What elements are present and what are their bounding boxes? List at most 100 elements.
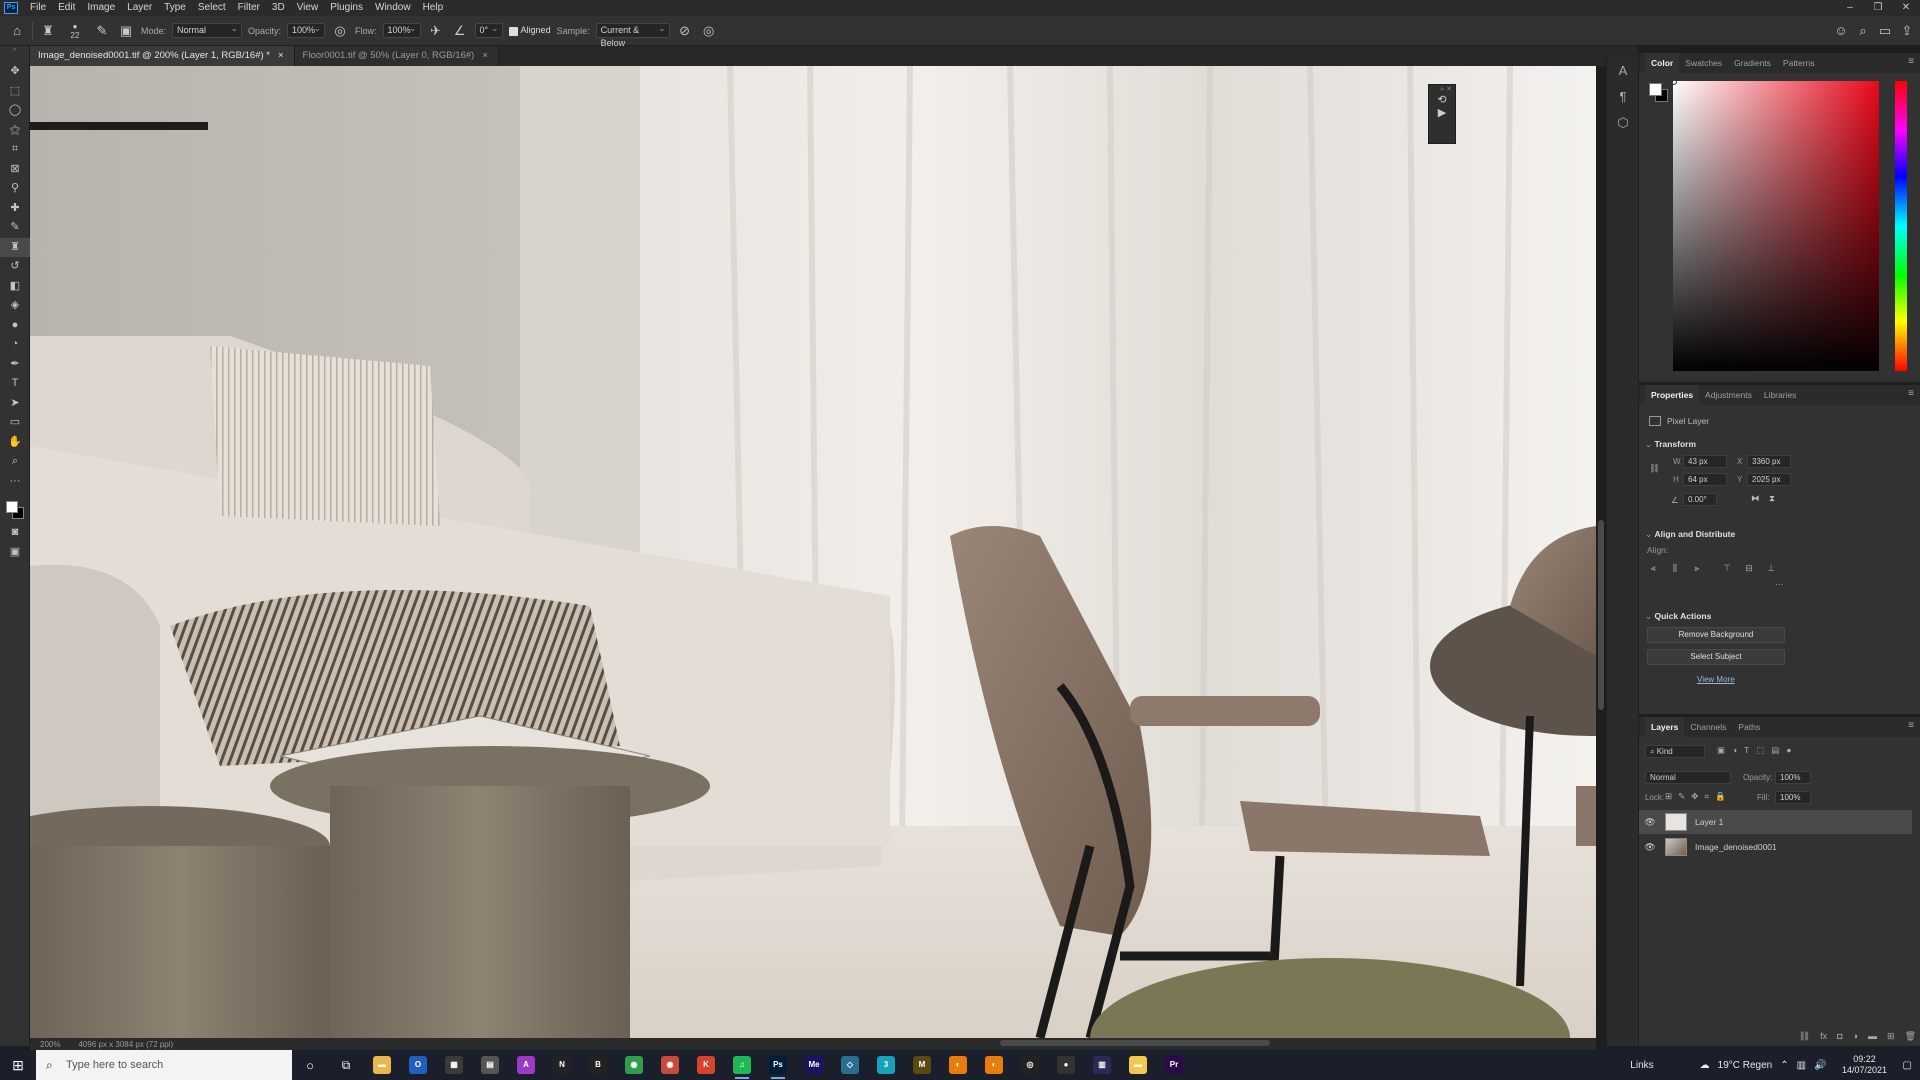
tab-gradients[interactable]: Gradients bbox=[1728, 53, 1777, 73]
transform-section-title[interactable]: Transform bbox=[1645, 439, 1696, 450]
tab-swatches[interactable]: Swatches bbox=[1679, 53, 1728, 73]
healing-brush-tool-icon[interactable]: ✚ bbox=[0, 199, 30, 219]
layer-row-image[interactable]: 👁 Image_denoised0001 bbox=[1639, 835, 1912, 859]
angle-input[interactable]: 0° bbox=[474, 22, 503, 38]
horizontal-scrollbar[interactable] bbox=[1000, 1040, 1270, 1046]
pen-tool-icon[interactable]: ✒ bbox=[0, 355, 30, 375]
align-right-icon[interactable]: ⫸ bbox=[1691, 563, 1703, 573]
flip-horizontal-icon[interactable]: ⧓ bbox=[1751, 493, 1760, 504]
height-input[interactable]: 64 px bbox=[1683, 473, 1727, 486]
link-dimensions-icon[interactable]: ⛓ bbox=[1649, 463, 1660, 474]
adjustment-layer-icon[interactable]: ◑ bbox=[1853, 1031, 1858, 1042]
taskbar-app-blender[interactable]: ◐ bbox=[940, 1050, 976, 1080]
taskbar-app-chrome[interactable]: ◉ bbox=[616, 1050, 652, 1080]
tab-layers[interactable]: Layers bbox=[1645, 717, 1685, 737]
opacity-input[interactable]: 100% bbox=[287, 22, 326, 38]
taskbar-app-app-3[interactable]: 3 bbox=[868, 1050, 904, 1080]
view-more-link[interactable]: View More bbox=[1697, 675, 1735, 684]
marquee-tool-icon[interactable]: ⬚ bbox=[0, 82, 30, 102]
fx-icon[interactable]: fx bbox=[1820, 1031, 1827, 1042]
path-selection-tool-icon[interactable]: ➤ bbox=[0, 394, 30, 414]
foreground-swatch[interactable] bbox=[1649, 83, 1662, 96]
share-user-icon[interactable]: ☺ bbox=[1832, 22, 1850, 40]
close-window-icon[interactable]: ✕ bbox=[1892, 0, 1920, 16]
dodge-tool-icon[interactable]: ◔ bbox=[0, 335, 30, 355]
align-left-icon[interactable]: ⫷ bbox=[1647, 563, 1659, 573]
panel-close-icon[interactable]: » ✕ bbox=[1429, 85, 1455, 93]
menu-type[interactable]: Type bbox=[158, 0, 192, 16]
taskbar-app-app-m[interactable]: M bbox=[904, 1050, 940, 1080]
color-picker-handle[interactable] bbox=[1670, 78, 1677, 85]
visibility-eye-icon[interactable]: 👁 bbox=[1639, 817, 1661, 828]
align-center-icon[interactable]: ⫼ bbox=[1669, 563, 1681, 573]
sample-select[interactable]: Current & Below bbox=[595, 22, 670, 48]
add-mask-icon[interactable]: ◘ bbox=[1837, 1031, 1842, 1042]
paragraph-panel-icon[interactable]: ¶ bbox=[1607, 86, 1639, 108]
menu-layer[interactable]: Layer bbox=[121, 0, 158, 16]
align-top-icon[interactable]: ⊤ bbox=[1721, 563, 1733, 573]
link-layers-icon[interactable]: ⛓ bbox=[1799, 1031, 1810, 1042]
lock-icons[interactable]: ⊞✎✥⌗🔒 bbox=[1665, 791, 1732, 802]
pressure-size-icon[interactable]: ◎ bbox=[700, 22, 718, 40]
taskbar-app-sticky-notes[interactable]: ▬ bbox=[1120, 1050, 1156, 1080]
angle-input[interactable]: 0.00° bbox=[1683, 493, 1717, 506]
menu-file[interactable]: File bbox=[24, 0, 52, 16]
fg-bg-color-swatch[interactable] bbox=[0, 495, 29, 523]
more-tools-icon[interactable]: ··· bbox=[0, 472, 30, 492]
windows-start-icon[interactable]: ⊞ bbox=[0, 1050, 36, 1080]
tab-libraries[interactable]: Libraries bbox=[1758, 385, 1803, 405]
collapse-icon[interactable]: » bbox=[0, 46, 29, 62]
taskbar-app-blender-2[interactable]: ◐ bbox=[976, 1050, 1012, 1080]
cortana-icon[interactable]: ○ bbox=[292, 1050, 328, 1080]
lasso-tool-icon[interactable]: ◯ bbox=[0, 101, 30, 121]
y-input[interactable]: 2025 px bbox=[1747, 473, 1791, 486]
minimize-icon[interactable]: – bbox=[1836, 0, 1864, 16]
taskbar-app-app-grid[interactable]: ▥ bbox=[1084, 1050, 1120, 1080]
move-tool-icon[interactable]: ✥ bbox=[0, 62, 30, 82]
menu-3d[interactable]: 3D bbox=[266, 0, 291, 16]
align-middle-icon[interactable]: ⊟ bbox=[1743, 563, 1755, 573]
brush-preset-picker[interactable]: ● 22 bbox=[63, 22, 87, 40]
close-tab-icon[interactable]: × bbox=[482, 46, 488, 66]
links-toolbar[interactable]: Links bbox=[1630, 1060, 1653, 1071]
taskbar-search-input[interactable]: ⌕ Type here to search bbox=[36, 1050, 292, 1080]
new-layer-icon[interactable]: ⊞ bbox=[1887, 1031, 1895, 1042]
weather-text[interactable]: 19°C Regen bbox=[1718, 1060, 1773, 1071]
layer-row-layer-1[interactable]: 👁 Layer 1 bbox=[1639, 810, 1912, 834]
menu-window[interactable]: Window bbox=[369, 0, 417, 16]
magic-wand-tool-icon[interactable]: ⚝ bbox=[0, 121, 30, 141]
search-icon[interactable]: ⌕ bbox=[1854, 22, 1872, 40]
close-tab-icon[interactable]: × bbox=[278, 46, 284, 66]
layer-opacity-input[interactable]: 100% bbox=[1775, 771, 1811, 784]
task-view-icon[interactable]: ⧉ bbox=[328, 1050, 364, 1080]
tab-document-1[interactable]: Image_denoised0001.tif @ 200% (Layer 1, … bbox=[30, 46, 295, 66]
taskbar-app-app-n[interactable]: N bbox=[544, 1050, 580, 1080]
eraser-tool-icon[interactable]: ◧ bbox=[0, 277, 30, 297]
show-hidden-icons-icon[interactable]: ⌃ bbox=[1780, 1060, 1788, 1071]
foreground-color[interactable] bbox=[6, 501, 18, 513]
taskbar-app-premiere[interactable]: Pr bbox=[1156, 1050, 1192, 1080]
paint-bucket-tool-icon[interactable]: ◈ bbox=[0, 296, 30, 316]
aligned-checkbox[interactable]: Aligned bbox=[508, 25, 551, 36]
taskbar-app-app-b[interactable]: B bbox=[580, 1050, 616, 1080]
3d-panel-icon[interactable]: ⬡ bbox=[1607, 112, 1639, 134]
taskbar-app-app-k[interactable]: K bbox=[688, 1050, 724, 1080]
mode-select[interactable]: Normal bbox=[172, 22, 243, 38]
quick-actions-section-title[interactable]: Quick Actions bbox=[1645, 611, 1711, 622]
tab-paths[interactable]: Paths bbox=[1732, 717, 1766, 737]
menu-image[interactable]: Image bbox=[81, 0, 121, 16]
frame-tool-icon[interactable]: ⊠ bbox=[0, 160, 30, 180]
share-icon[interactable]: ⇪ bbox=[1898, 22, 1916, 40]
layer-filter-icons[interactable]: ▣◑T⬚▤● bbox=[1717, 745, 1799, 756]
volume-icon[interactable]: 🔊 bbox=[1814, 1060, 1826, 1071]
ignore-adjustment-layers-icon[interactable]: ⊘ bbox=[676, 22, 694, 40]
remove-background-button[interactable]: Remove Background bbox=[1647, 627, 1785, 643]
layer-filter-select[interactable]: ⌕ Kind bbox=[1645, 745, 1705, 758]
type-tool-icon[interactable]: T bbox=[0, 374, 30, 394]
tab-color[interactable]: Color bbox=[1645, 53, 1680, 73]
blend-mode-select[interactable]: Normal bbox=[1645, 771, 1731, 784]
tab-document-2[interactable]: Floor0001.tif @ 50% (Layer 0, RGB/16#) × bbox=[294, 46, 499, 66]
clone-stamp-tool-icon[interactable]: ♜ bbox=[39, 22, 57, 40]
tab-channels[interactable]: Channels bbox=[1684, 717, 1732, 737]
taskbar-app-file-explorer[interactable]: ▬ bbox=[364, 1050, 400, 1080]
